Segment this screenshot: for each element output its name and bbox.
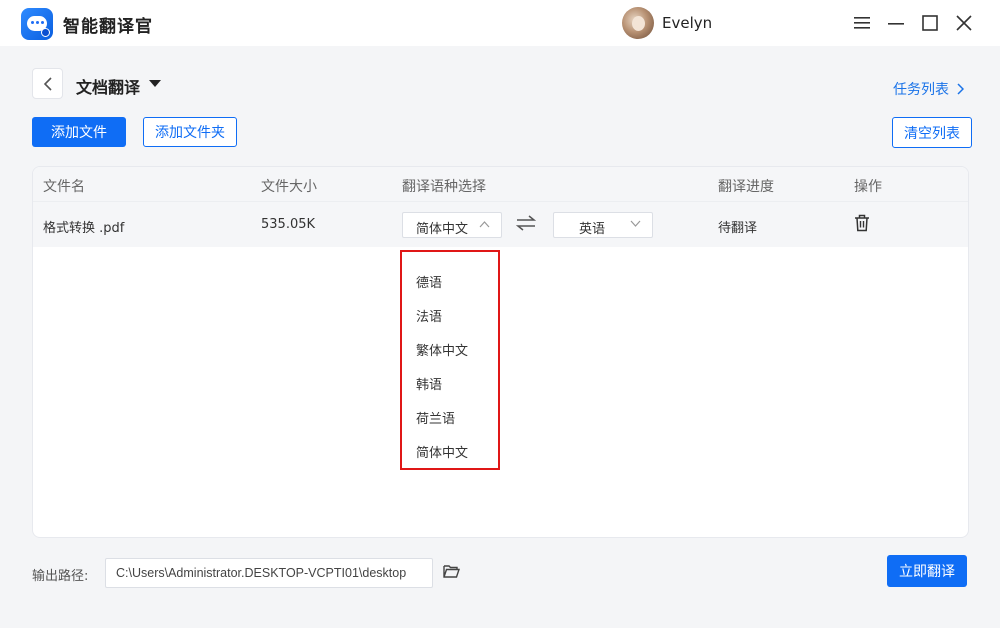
add-file-button[interactable]: 添加文件 [32,117,126,147]
app-title: 智能翻译官 [63,17,153,37]
add-folder-button[interactable]: 添加文件夹 [143,117,237,147]
clear-list-button[interactable]: 清空列表 [892,117,972,148]
caret-down-icon[interactable] [149,80,161,87]
chevron-up-icon [479,221,490,228]
column-header-filename: 文件名 [43,179,85,195]
language-dropdown: 德语 法语 繁体中文 韩语 荷兰语 简体中文 [400,250,500,470]
chevron-down-icon [630,220,641,227]
task-list-link[interactable]: 任务列表 [893,79,964,99]
avatar[interactable] [622,7,654,39]
page-title[interactable]: 文档翻译 [76,74,140,98]
dropdown-option[interactable]: 德语 [416,272,442,291]
table-row: 格式转换 .pdf 535.05K 简体中文 英语 待翻译 [33,201,968,247]
table-header: 文件名 文件大小 翻译语种选择 翻译进度 操作 [33,167,968,201]
minimize-icon[interactable] [883,10,909,36]
source-language-value: 简体中文 [416,222,469,237]
target-language-value: 英语 [579,222,606,237]
dropdown-option[interactable]: 繁体中文 [416,340,468,359]
chevron-right-icon [957,83,964,95]
column-header-progress: 翻译进度 [718,179,774,195]
column-header-language: 翻译语种选择 [402,179,486,195]
output-path-label: 输出路径: [32,569,89,584]
target-language-select[interactable]: 英语 [553,212,653,238]
swap-icon[interactable] [516,215,536,231]
output-path-field[interactable]: C:\Users\Administrator.DESKTOP-VCPTI01\d… [105,558,433,588]
translation-status: 待翻译 [718,221,758,236]
dropdown-option[interactable]: 简体中文 [416,442,468,461]
chevron-left-icon [43,76,52,91]
folder-icon[interactable] [443,564,460,578]
dropdown-option[interactable]: 荷兰语 [416,408,455,427]
file-table: 文件名 文件大小 翻译语种选择 翻译进度 操作 格式转换 .pdf 535.05… [32,166,969,538]
file-name: 格式转换 .pdf [43,221,125,236]
source-language-select[interactable]: 简体中文 [402,212,502,238]
file-size: 535.05K [261,217,316,232]
column-header-size: 文件大小 [261,179,317,195]
title-bar: 智能翻译官 Evelyn [0,0,1000,46]
trash-icon[interactable] [854,214,870,232]
back-button[interactable] [32,68,63,99]
maximize-icon[interactable] [917,10,943,36]
app-logo-icon [21,8,53,40]
dropdown-option[interactable]: 法语 [416,306,442,325]
close-icon[interactable] [951,10,977,36]
translate-now-button[interactable]: 立即翻译 [887,555,967,587]
column-header-action: 操作 [854,179,882,195]
user-name[interactable]: Evelyn [662,14,712,32]
dropdown-option[interactable]: 韩语 [416,374,442,393]
task-list-label: 任务列表 [893,82,949,98]
menu-icon[interactable] [849,10,875,36]
